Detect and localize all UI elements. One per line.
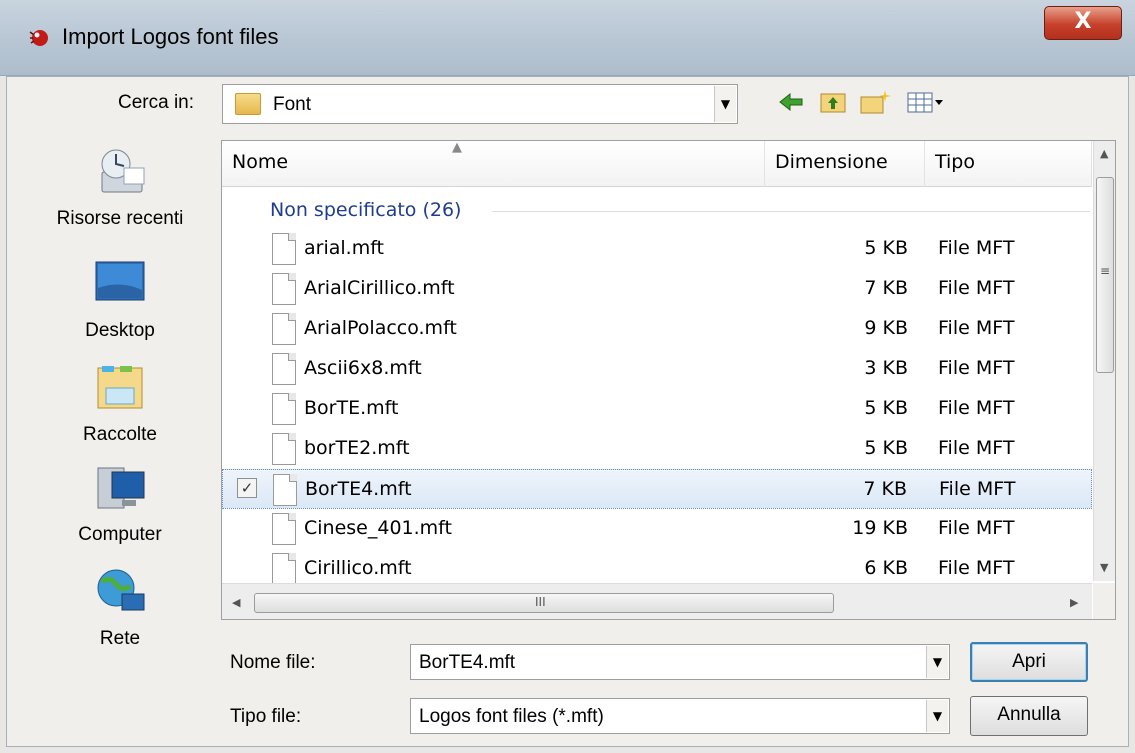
computer-icon	[97, 467, 145, 509]
file-size: 5 KB	[864, 397, 908, 419]
file-size: 5 KB	[864, 237, 908, 259]
file-name: ArialCirillico.mft	[304, 277, 455, 299]
column-header-type[interactable]: Tipo	[925, 141, 1092, 187]
file-name: Ascii6x8.mft	[304, 357, 422, 379]
horizontal-scrollbar[interactable]: ◀ III ▶	[222, 583, 1092, 619]
chevron-down-icon[interactable]: ▼	[926, 646, 948, 678]
file-type: File MFT	[938, 277, 1015, 299]
place-network[interactable]: Rete	[40, 566, 200, 650]
scroll-corner	[1093, 583, 1115, 619]
filetype-label: Tipo file:	[230, 706, 302, 727]
file-icon	[272, 273, 296, 305]
place-computer[interactable]: Computer	[40, 462, 200, 546]
scroll-left-icon[interactable]: ◀	[232, 596, 240, 609]
close-icon: X	[1074, 9, 1092, 34]
file-row[interactable]: ArialPolacco.mft 9 KB File MFT	[222, 309, 1092, 349]
file-row[interactable]: BorTE.mft 5 KB File MFT	[222, 389, 1092, 429]
window-title: Import Logos font files	[62, 24, 279, 49]
cancel-button[interactable]: Annulla	[970, 696, 1088, 736]
list-header: Nome ▲ Dimensione Tipo	[222, 141, 1092, 187]
file-type: File MFT	[938, 397, 1015, 419]
up-folder-icon[interactable]	[818, 88, 848, 116]
file-size: 3 KB	[864, 357, 908, 379]
sort-ascending-icon: ▲	[452, 140, 462, 155]
file-icon	[272, 513, 296, 545]
file-row[interactable]: Cirillico.mft 6 KB File MFT	[222, 549, 1092, 583]
chevron-down-icon[interactable]: ▼	[714, 86, 736, 122]
file-icon	[272, 353, 296, 385]
file-list[interactable]: Nome ▲ Dimensione Tipo Non specificato (…	[221, 140, 1116, 620]
file-size: 7 KB	[864, 277, 908, 299]
file-row[interactable]: ArialCirillico.mft 7 KB File MFT	[222, 269, 1092, 309]
file-type: File MFT	[938, 517, 1015, 539]
lookin-combo[interactable]: Font ▼	[222, 84, 738, 124]
filetype-value: Logos font files (*.mft)	[419, 706, 604, 727]
file-size: 7 KB	[863, 478, 907, 500]
title-bar: Import Logos font files X	[0, 0, 1135, 76]
back-arrow-icon[interactable]	[776, 88, 806, 116]
file-row[interactable]: borTE2.mft 5 KB File MFT	[222, 429, 1092, 469]
file-icon	[273, 474, 297, 506]
checkbox[interactable]: ✓	[237, 478, 257, 498]
file-row-selected[interactable]: ✓ BorTE4.mft 7 KB File MFT	[222, 469, 1092, 509]
file-icon	[272, 233, 296, 265]
close-button[interactable]: X	[1044, 6, 1122, 40]
scroll-right-icon[interactable]: ▶	[1070, 596, 1078, 609]
lookin-value: Font	[273, 94, 312, 115]
filename-combo[interactable]: BorTE4.mft ▼	[410, 644, 950, 680]
file-size: 19 KB	[852, 517, 908, 539]
scroll-up-icon[interactable]: ▲	[1100, 147, 1108, 160]
lookin-label: Cerca in:	[118, 92, 195, 113]
desktop-icon	[95, 261, 145, 301]
file-size: 6 KB	[864, 557, 908, 579]
file-icon	[272, 433, 296, 465]
file-icon	[272, 553, 296, 583]
file-type: File MFT	[938, 437, 1015, 459]
vertical-scroll-thumb[interactable]: ≡	[1096, 177, 1114, 373]
view-menu-icon[interactable]	[906, 88, 946, 116]
scroll-down-icon[interactable]: ▼	[1100, 561, 1108, 574]
file-name: Cirillico.mft	[304, 557, 412, 579]
network-icon	[97, 569, 145, 611]
file-name: BorTE.mft	[304, 397, 399, 419]
file-size: 5 KB	[864, 437, 908, 459]
file-name: BorTE4.mft	[305, 478, 412, 500]
vertical-scrollbar[interactable]: ▲ ≡ ▼	[1093, 141, 1115, 581]
file-name: ArialPolacco.mft	[304, 317, 457, 339]
file-size: 9 KB	[864, 317, 908, 339]
app-icon	[29, 30, 48, 46]
file-name: borTE2.mft	[304, 437, 410, 459]
grip-icon: III	[535, 595, 546, 609]
filetype-combo[interactable]: Logos font files (*.mft) ▼	[410, 698, 950, 734]
file-icon	[272, 313, 296, 345]
new-folder-icon[interactable]	[858, 88, 892, 116]
group-divider	[492, 211, 1090, 212]
horizontal-scroll-thumb[interactable]: III	[254, 593, 834, 613]
place-libraries[interactable]: Raccolte	[40, 362, 200, 446]
file-type: File MFT	[939, 478, 1016, 500]
place-desktop[interactable]: Desktop	[40, 258, 200, 342]
grip-icon: ≡	[1100, 264, 1111, 278]
file-type: File MFT	[938, 317, 1015, 339]
file-type: File MFT	[938, 237, 1015, 259]
column-header-size[interactable]: Dimensione	[765, 141, 925, 187]
folder-icon	[235, 93, 261, 115]
file-icon	[272, 393, 296, 425]
file-row[interactable]: arial.mft 5 KB File MFT	[222, 229, 1092, 269]
filename-value[interactable]: BorTE4.mft	[419, 652, 515, 674]
file-row[interactable]: Cinese_401.mft 19 KB File MFT	[222, 509, 1092, 549]
column-header-name[interactable]: Nome ▲	[222, 141, 765, 187]
recent-places-icon	[101, 149, 145, 193]
libraries-icon	[97, 366, 143, 409]
filename-label: Nome file:	[230, 652, 316, 673]
file-type: File MFT	[938, 557, 1015, 579]
file-name: Cinese_401.mft	[304, 517, 452, 539]
group-header[interactable]: Non specificato (26)	[270, 199, 461, 221]
open-button[interactable]: Apri	[970, 642, 1088, 682]
place-recent[interactable]: Risorse recenti	[40, 146, 200, 230]
file-type: File MFT	[938, 357, 1015, 379]
chevron-down-icon[interactable]: ▼	[926, 700, 948, 732]
file-row[interactable]: Ascii6x8.mft 3 KB File MFT	[222, 349, 1092, 389]
file-name: arial.mft	[304, 237, 385, 259]
